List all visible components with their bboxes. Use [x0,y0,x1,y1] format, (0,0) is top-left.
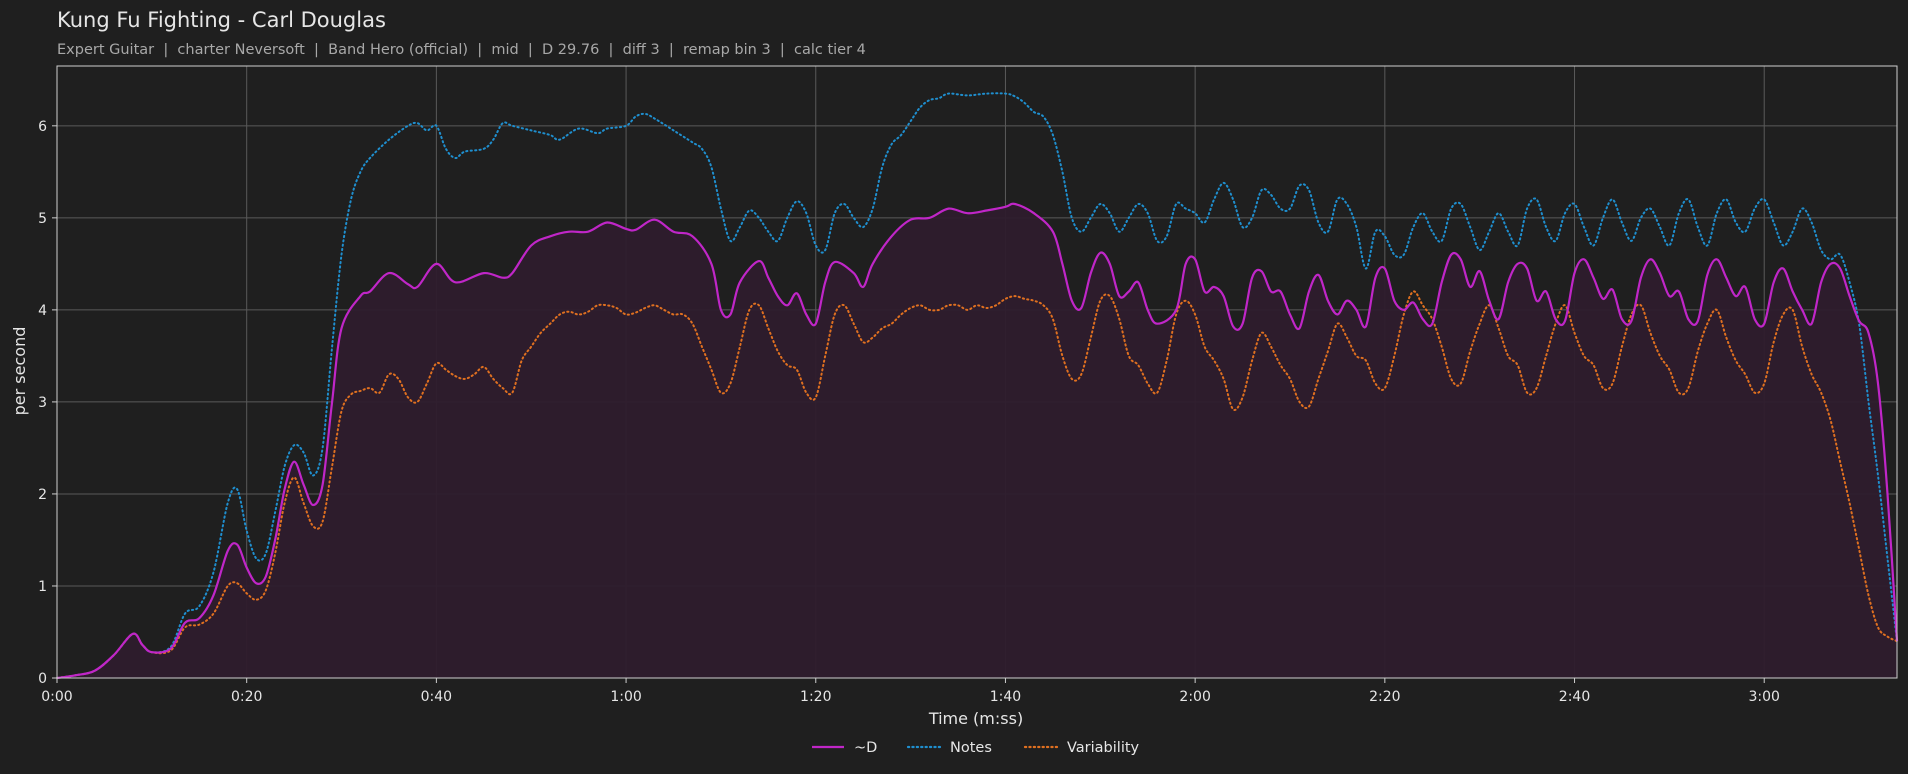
legend-label: ~D [854,740,877,756]
chart-subtitle: Expert Guitar | charter Neversoft | Band… [57,42,866,58]
legend: ~D Notes Variability [812,740,1140,756]
legend-label: Variability [1067,740,1140,756]
y-tick-label: 3 [38,395,47,411]
y-tick-label: 5 [38,211,47,227]
x-tick-label: 1:40 [990,689,1021,705]
y-tick-label: 2 [38,487,47,503]
chart-title: Kung Fu Fighting - Carl Douglas [57,8,386,32]
legend-label: Notes [950,740,992,756]
x-tick-label: 1:00 [610,689,641,705]
x-tick-label: 1:20 [800,689,831,705]
x-tick-label: 3:00 [1748,689,1779,705]
y-tick-label: 0 [38,671,47,687]
chart: Kung Fu Fighting - Carl Douglas Expert G… [0,0,1908,774]
y-tick-label: 6 [38,119,47,135]
x-axis-label: Time (m:ss) [928,709,1023,728]
y-tick-label: 1 [38,579,47,595]
x-tick-label: 0:20 [231,689,262,705]
x-tick-label: 0:00 [41,689,72,705]
y-axis-label: per second [10,327,29,416]
x-tick-label: 0:40 [421,689,452,705]
x-tick-label: 2:40 [1559,689,1590,705]
x-tick-label: 2:00 [1179,689,1210,705]
x-tick-label: 2:20 [1369,689,1400,705]
y-tick-label: 4 [38,303,47,319]
